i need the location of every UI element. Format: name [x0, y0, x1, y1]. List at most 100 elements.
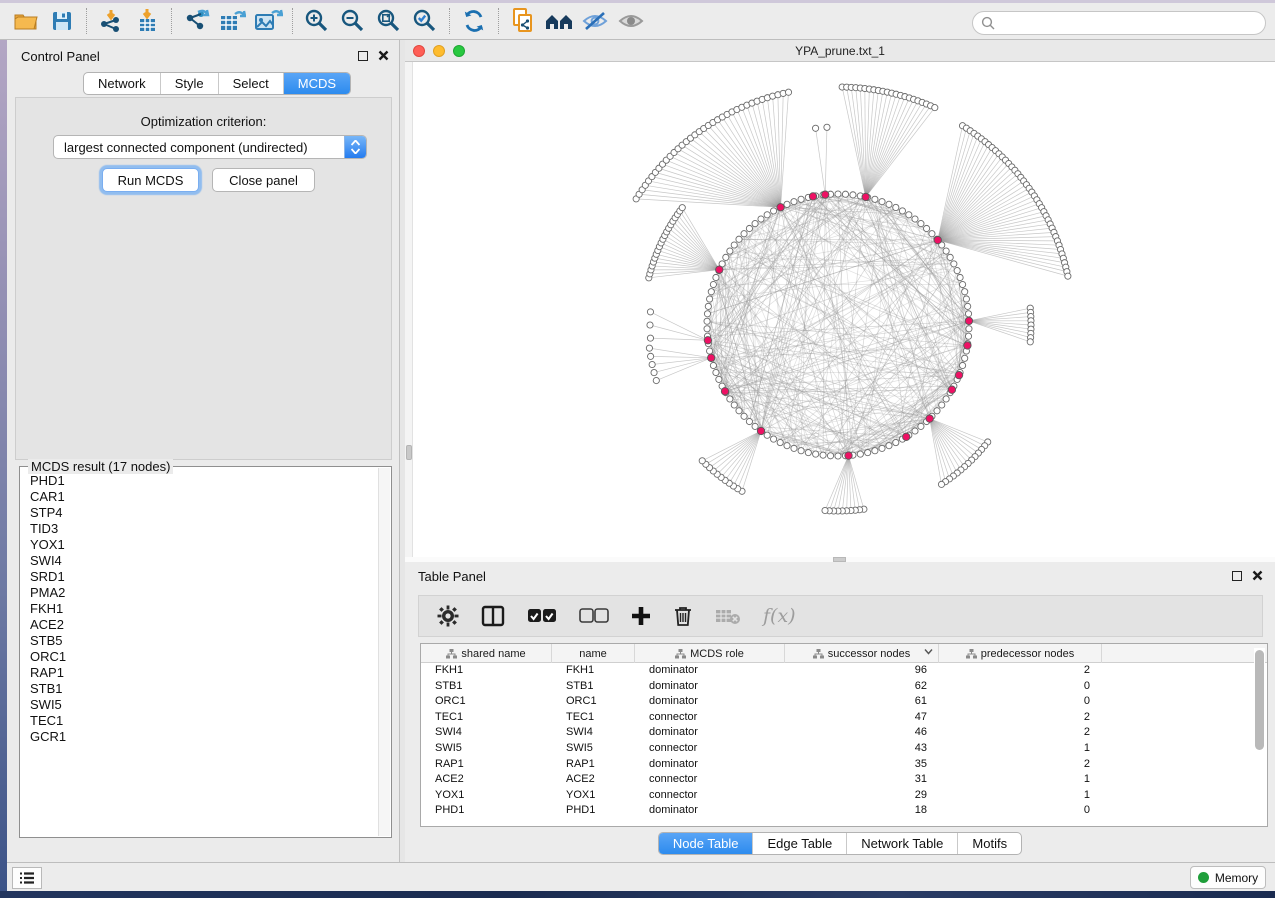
cell-predecessor-nodes[interactable]: 2 [939, 710, 1102, 726]
mcds-result-item[interactable]: CAR1 [22, 489, 377, 505]
cell-name[interactable]: ACE2 [552, 772, 635, 788]
tab-node-table[interactable]: Node Table [659, 833, 754, 854]
copy-network-icon[interactable] [505, 6, 541, 36]
cell-name[interactable]: RAP1 [552, 757, 635, 773]
cell-successor-nodes[interactable]: 29 [785, 788, 939, 804]
cell-shared-name[interactable]: SWI4 [421, 725, 552, 741]
cell-predecessor-nodes[interactable]: 2 [939, 663, 1102, 679]
cell-shared-name[interactable]: SWI5 [421, 741, 552, 757]
deselect-all-icon[interactable] [579, 608, 609, 624]
delete-column-icon[interactable] [673, 605, 693, 627]
mcds-result-item[interactable]: PMA2 [22, 585, 377, 601]
cell-predecessor-nodes[interactable]: 1 [939, 772, 1102, 788]
cell-successor-nodes[interactable]: 46 [785, 725, 939, 741]
add-column-icon[interactable] [631, 606, 651, 626]
mcds-result-item[interactable]: SWI4 [22, 553, 377, 569]
table-row[interactable]: ACE2ACE2connector311 [421, 772, 1267, 788]
network-vertical-scrollbar[interactable] [405, 62, 413, 557]
cell-MCDS-role[interactable]: connector [635, 772, 785, 788]
cell-MCDS-role[interactable]: dominator [635, 803, 785, 819]
run-mcds-button[interactable]: Run MCDS [102, 168, 199, 192]
cell-name[interactable]: ORC1 [552, 694, 635, 710]
cell-MCDS-role[interactable]: connector [635, 788, 785, 804]
network-canvas[interactable] [405, 62, 1275, 557]
close-panel-button[interactable]: Close panel [212, 168, 315, 192]
hide-selected-icon[interactable] [577, 6, 613, 36]
table-row[interactable]: SWI4SWI4dominator462 [421, 725, 1267, 741]
mcds-result-item[interactable]: TEC1 [22, 713, 377, 729]
close-panel-icon[interactable] [378, 50, 389, 61]
function-builder-icon[interactable]: f(x) [763, 605, 796, 627]
mcds-result-item[interactable]: FKH1 [22, 601, 377, 617]
table-row[interactable]: TEC1TEC1connector472 [421, 710, 1267, 726]
cell-MCDS-role[interactable]: dominator [635, 663, 785, 679]
mcds-list-scrollbar[interactable] [378, 468, 390, 836]
panel-list-button[interactable] [12, 867, 42, 889]
cell-shared-name[interactable]: RAP1 [421, 757, 552, 773]
select-all-icon[interactable] [527, 608, 557, 624]
table-row[interactable]: ORC1ORC1dominator610 [421, 694, 1267, 710]
delete-table-icon[interactable] [715, 607, 741, 625]
mcds-result-item[interactable]: ORC1 [22, 649, 377, 665]
cell-name[interactable]: TEC1 [552, 710, 635, 726]
column-header-predecessor-nodes[interactable]: predecessor nodes [939, 644, 1102, 663]
mcds-result-item[interactable]: TID3 [22, 521, 377, 537]
float-panel-icon[interactable] [358, 51, 368, 61]
cell-MCDS-role[interactable]: dominator [635, 757, 785, 773]
cell-successor-nodes[interactable]: 43 [785, 741, 939, 757]
cell-name[interactable]: SWI5 [552, 741, 635, 757]
search-input[interactable] [996, 16, 1265, 30]
cell-predecessor-nodes[interactable]: 0 [939, 803, 1102, 819]
show-columns-icon[interactable] [481, 605, 505, 627]
table-scrollbar[interactable] [1254, 648, 1265, 822]
export-table-icon[interactable] [214, 6, 250, 36]
cell-MCDS-role[interactable]: dominator [635, 725, 785, 741]
refresh-layout-icon[interactable] [456, 6, 492, 36]
cell-predecessor-nodes[interactable]: 1 [939, 788, 1102, 804]
cell-successor-nodes[interactable]: 47 [785, 710, 939, 726]
table-row[interactable]: FKH1FKH1dominator962 [421, 663, 1267, 679]
cell-MCDS-role[interactable]: connector [635, 710, 785, 726]
tab-style[interactable]: Style [161, 73, 219, 94]
mcds-result-item[interactable]: PHD1 [22, 473, 377, 489]
tab-network-table[interactable]: Network Table [847, 833, 958, 854]
cell-shared-name[interactable]: ORC1 [421, 694, 552, 710]
cell-MCDS-role[interactable]: dominator [635, 694, 785, 710]
zoom-fit-icon[interactable] [371, 6, 407, 36]
mcds-result-item[interactable]: SRD1 [22, 569, 377, 585]
export-network-icon[interactable] [178, 6, 214, 36]
mcds-result-item[interactable]: STB1 [22, 681, 377, 697]
column-header-MCDS-role[interactable]: MCDS role [635, 644, 785, 663]
import-network-icon[interactable] [93, 6, 129, 36]
memory-button[interactable]: Memory [1190, 866, 1266, 889]
mcds-result-item[interactable]: STP4 [22, 505, 377, 521]
tab-select[interactable]: Select [219, 73, 284, 94]
close-table-panel-icon[interactable] [1252, 570, 1263, 581]
tab-mcds[interactable]: MCDS [284, 73, 350, 94]
cell-shared-name[interactable]: PHD1 [421, 803, 552, 819]
import-table-icon[interactable] [129, 6, 165, 36]
export-image-icon[interactable] [250, 6, 286, 36]
cell-shared-name[interactable]: ACE2 [421, 772, 552, 788]
cell-name[interactable]: FKH1 [552, 663, 635, 679]
show-all-icon[interactable] [613, 6, 649, 36]
column-header-successor-nodes[interactable]: successor nodes [785, 644, 939, 663]
search-field[interactable] [972, 11, 1266, 35]
cell-shared-name[interactable]: TEC1 [421, 710, 552, 726]
cell-successor-nodes[interactable]: 62 [785, 679, 939, 695]
cell-successor-nodes[interactable]: 61 [785, 694, 939, 710]
column-header-shared-name[interactable]: shared name [421, 644, 552, 663]
open-folder-icon[interactable] [8, 6, 44, 36]
table-settings-gear-icon[interactable] [437, 605, 459, 627]
tab-motifs[interactable]: Motifs [958, 833, 1021, 854]
cell-shared-name[interactable]: FKH1 [421, 663, 552, 679]
cell-name[interactable]: YOX1 [552, 788, 635, 804]
cell-MCDS-role[interactable]: connector [635, 741, 785, 757]
cell-MCDS-role[interactable]: dominator [635, 679, 785, 695]
table-row[interactable]: SWI5SWI5connector431 [421, 741, 1267, 757]
cell-predecessor-nodes[interactable]: 2 [939, 757, 1102, 773]
zoom-out-icon[interactable] [335, 6, 371, 36]
cell-predecessor-nodes[interactable]: 0 [939, 694, 1102, 710]
cell-name[interactable]: STB1 [552, 679, 635, 695]
node-table[interactable]: shared namenameMCDS rolesuccessor nodesp… [420, 643, 1268, 827]
